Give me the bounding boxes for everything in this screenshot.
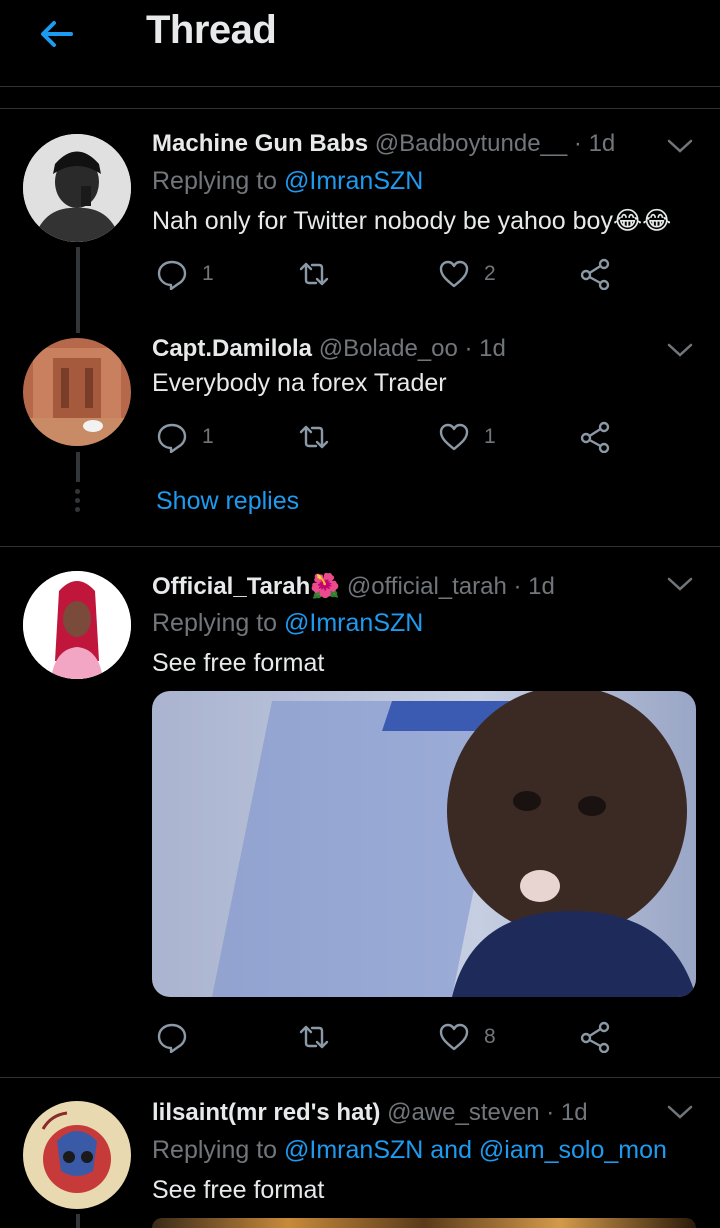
thread-dot xyxy=(75,498,80,503)
like-count: 2 xyxy=(484,262,496,285)
arrow-left-icon xyxy=(41,21,73,47)
thread-dot xyxy=(75,507,80,512)
share-icon xyxy=(580,421,610,453)
retweet-button[interactable] xyxy=(298,421,330,453)
avatar-image xyxy=(23,571,131,679)
tweet-header: Capt.Damilola @Bolade_oo · 1d xyxy=(152,335,506,363)
avatar-image xyxy=(23,1101,131,1209)
reply-button[interactable]: 1 xyxy=(156,421,214,453)
replying-to: Replying to @ImranSZN xyxy=(152,167,423,196)
share-icon xyxy=(580,258,610,290)
retweet-button[interactable] xyxy=(298,258,330,290)
chevron-down-icon xyxy=(667,139,693,153)
heart-icon xyxy=(439,1023,469,1051)
more-menu-button[interactable] xyxy=(666,574,694,594)
thread-dot xyxy=(75,489,80,494)
replying-to-label: Replying to xyxy=(152,167,285,195)
like-button[interactable]: 8 xyxy=(438,1021,496,1053)
reply-button[interactable]: 1 xyxy=(156,258,214,290)
mention-link[interactable]: @ImranSZN and @iam_solo_mon xyxy=(284,1136,667,1164)
like-count: 1 xyxy=(484,425,496,448)
page-title: Thread xyxy=(146,8,277,52)
divider xyxy=(0,1077,720,1078)
tweet-header: Official_Tarah🌺 @official_tarah · 1d xyxy=(152,572,555,601)
replying-to-label: Replying to xyxy=(152,1136,285,1164)
reply-icon xyxy=(157,1023,187,1053)
user-handle[interactable]: @Badboytunde__ xyxy=(375,130,568,157)
avatar-image xyxy=(23,338,131,446)
chevron-down-icon xyxy=(667,577,693,591)
display-name[interactable]: Official_Tarah🌺 xyxy=(152,573,340,600)
display-name[interactable]: Machine Gun Babs xyxy=(152,130,368,157)
more-menu-button[interactable] xyxy=(666,340,694,360)
user-handle[interactable]: @official_tarah xyxy=(347,573,507,600)
like-count: 8 xyxy=(484,1025,496,1048)
divider xyxy=(0,546,720,547)
tweet-text: See free format xyxy=(152,1176,325,1204)
reply-button[interactable] xyxy=(156,1021,188,1053)
share-icon xyxy=(580,1021,610,1053)
tweet-media-image[interactable] xyxy=(152,1218,696,1228)
header-bar: Thread xyxy=(0,0,720,87)
replying-to: Replying to @ImranSZN and @iam_solo_mon xyxy=(152,1136,667,1165)
media-photo xyxy=(152,691,696,997)
share-button[interactable] xyxy=(579,421,611,453)
reply-count: 1 xyxy=(202,425,214,448)
timestamp: · 1d xyxy=(546,1099,588,1126)
chevron-down-icon xyxy=(667,1105,693,1119)
retweet-button[interactable] xyxy=(298,1021,330,1053)
heart-icon xyxy=(439,423,469,451)
like-button[interactable]: 2 xyxy=(438,258,496,290)
divider xyxy=(0,108,720,109)
tweet-header: lilsaint(mr red's hat) @awe_steven · 1d xyxy=(152,1099,588,1127)
avatar[interactable] xyxy=(23,1101,131,1209)
back-button[interactable] xyxy=(36,14,76,54)
avatar-image xyxy=(23,134,131,242)
reply-count: 1 xyxy=(202,262,214,285)
avatar[interactable] xyxy=(23,134,131,242)
user-handle[interactable]: @awe_steven xyxy=(387,1099,539,1126)
reply-icon xyxy=(157,260,187,290)
replying-to-label: Replying to xyxy=(152,609,285,637)
avatar[interactable] xyxy=(23,338,131,446)
retweet-icon xyxy=(299,1025,329,1049)
share-button[interactable] xyxy=(579,1021,611,1053)
retweet-icon xyxy=(299,425,329,449)
replying-to: Replying to @ImranSZN xyxy=(152,609,423,638)
thread-line xyxy=(76,1214,80,1228)
timestamp: · 1d xyxy=(573,130,616,157)
mention-link[interactable]: @ImranSZN xyxy=(284,167,423,195)
tweet-header: Machine Gun Babs @Badboytunde__ · 1d xyxy=(152,130,615,158)
like-button[interactable]: 1 xyxy=(438,421,496,453)
share-button[interactable] xyxy=(579,258,611,290)
display-name[interactable]: lilsaint(mr red's hat) xyxy=(152,1099,380,1126)
thread-line xyxy=(76,247,80,333)
tweet-text: Nah only for Twitter nobody be yahoo boy… xyxy=(152,207,672,235)
more-menu-button[interactable] xyxy=(666,1102,694,1122)
tweet-text: See free format xyxy=(152,649,325,677)
reply-icon xyxy=(157,423,187,453)
user-handle[interactable]: @Bolade_oo xyxy=(319,335,458,362)
chevron-down-icon xyxy=(667,343,693,357)
heart-icon xyxy=(439,260,469,288)
show-replies-link[interactable]: Show replies xyxy=(156,487,299,516)
timestamp: · 1d xyxy=(464,335,506,362)
display-name[interactable]: Capt.Damilola xyxy=(152,335,312,362)
tweet-media-image[interactable] xyxy=(152,691,696,997)
retweet-icon xyxy=(299,262,329,286)
thread-line xyxy=(76,452,80,482)
tweet-text: Everybody na forex Trader xyxy=(152,369,447,397)
more-menu-button[interactable] xyxy=(666,136,694,156)
timestamp: · 1d xyxy=(513,573,555,600)
mention-link[interactable]: @ImranSZN xyxy=(284,609,423,637)
avatar[interactable] xyxy=(23,571,131,679)
